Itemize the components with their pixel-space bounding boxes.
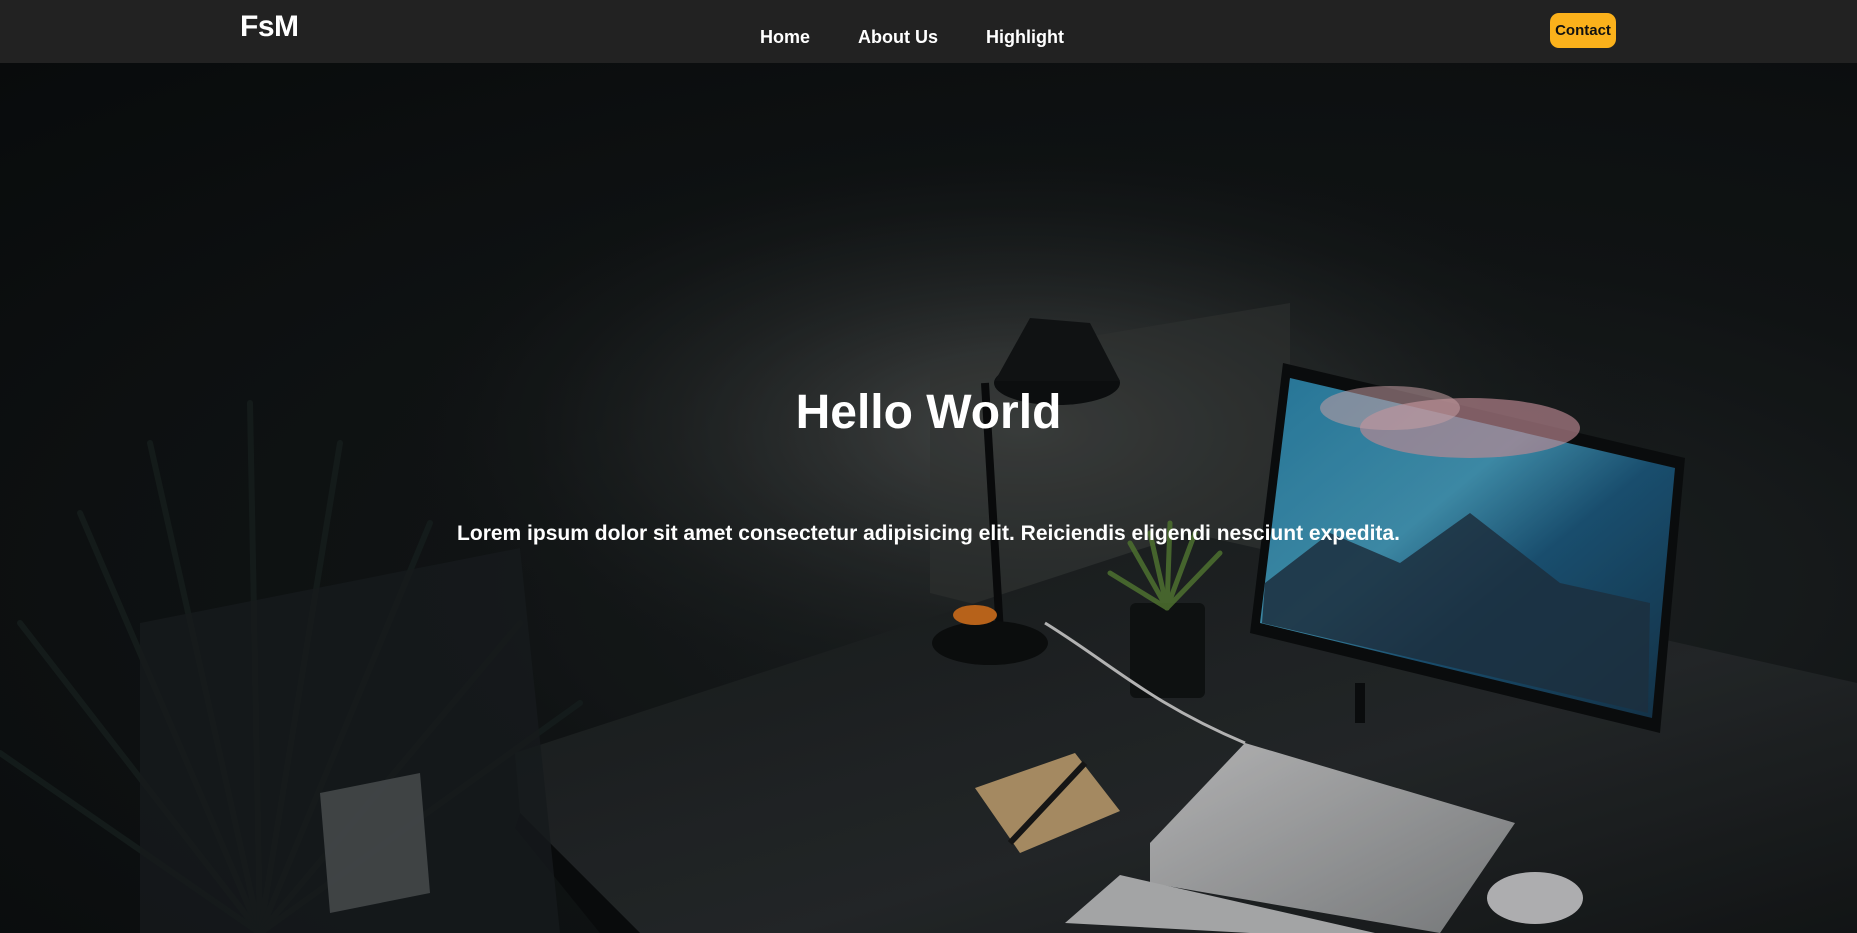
navbar: FsM Home About Us Highlight Contact [0,0,1857,63]
nav-link-home[interactable]: Home [760,27,810,48]
contact-button[interactable]: Contact [1550,13,1616,48]
hero-title: Hello World [795,386,1062,439]
main-nav: Home About Us Highlight [760,27,1112,48]
logo[interactable]: FsM [240,10,299,44]
hero-overlay [0,63,1857,933]
nav-link-about-us[interactable]: About Us [858,27,938,48]
hero-subtitle: Lorem ipsum dolor sit amet consectetur a… [457,522,1400,545]
nav-link-highlight[interactable]: Highlight [986,27,1064,48]
hero-section [0,63,1857,933]
